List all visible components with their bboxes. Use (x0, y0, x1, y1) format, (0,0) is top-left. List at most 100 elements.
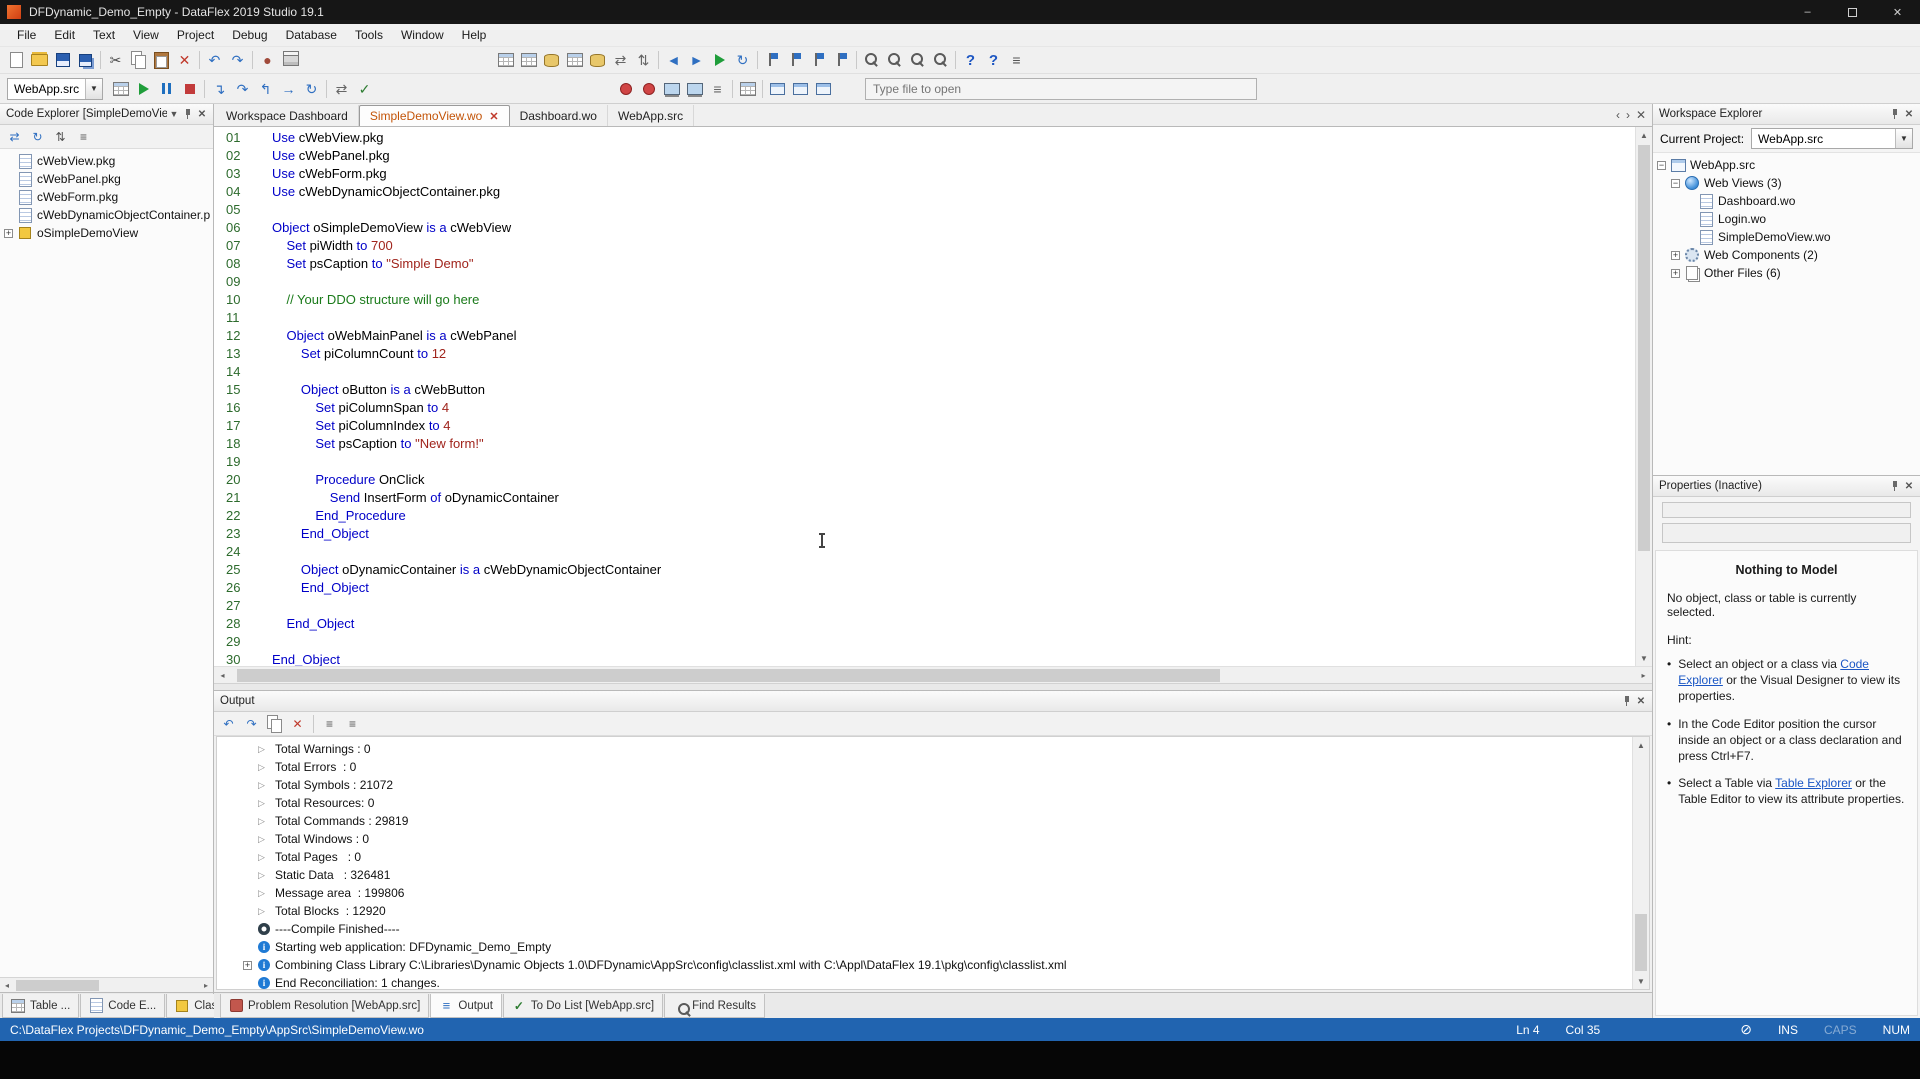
workspace-item-web-views-3[interactable]: −Web Views (3) (1653, 174, 1920, 192)
output-line[interactable]: End Reconciliation: 1 changes. (243, 974, 1632, 989)
window-menu-icon[interactable]: ▼ (167, 109, 181, 119)
workspace-item-login-wo[interactable]: Login.wo (1653, 210, 1920, 228)
output-line[interactable]: ▷Total Symbols : 21072 (243, 776, 1632, 794)
workspace-item-simpledemoview-wo[interactable]: SimpleDemoView.wo (1653, 228, 1920, 246)
scrollbar-thumb[interactable] (237, 669, 1220, 682)
context-help-icon[interactable] (982, 49, 1005, 71)
debug-output-icon[interactable] (660, 78, 683, 100)
clear-output-icon[interactable]: ✕ (287, 714, 308, 734)
close-document-icon[interactable]: ✕ (1636, 108, 1646, 122)
tab-dashboard-wo[interactable]: Dashboard.wo (510, 105, 608, 126)
workspace-item-webapp-src[interactable]: −WebApp.src (1653, 156, 1920, 174)
menu-project[interactable]: Project (168, 25, 223, 45)
tile-vertical-icon[interactable] (812, 78, 835, 100)
code-explorer-item-cwebdynamicobjectcontainer-p[interactable]: cWebDynamicObjectContainer.p (0, 206, 213, 224)
step-over-icon[interactable]: ↷ (231, 78, 254, 100)
next-bookmark-icon[interactable] (807, 49, 830, 71)
open-file-icon[interactable] (28, 49, 51, 71)
panel-tab-code-e[interactable]: Code E... (80, 994, 165, 1018)
scrollbar-track[interactable] (1633, 753, 1649, 973)
scroll-tabs-left-icon[interactable]: ‹ (1616, 108, 1620, 122)
restructure-icon[interactable]: ⇄ (609, 49, 632, 71)
clear-breakpoints-icon[interactable] (637, 78, 660, 100)
open-file-input[interactable] (865, 78, 1257, 100)
find-next-icon[interactable] (883, 49, 906, 71)
menu-debug[interactable]: Debug (223, 25, 276, 45)
sort-icon[interactable]: ⇅ (50, 127, 71, 147)
close-icon[interactable]: ✕ (1902, 481, 1916, 492)
output-line[interactable]: ▷Total Resources: 0 (243, 794, 1632, 812)
code-explorer-hscrollbar[interactable]: ◂ ▸ (0, 977, 213, 992)
prev-bookmark-icon[interactable] (761, 49, 784, 71)
project-selector[interactable]: WebApp.src ▼ (7, 78, 103, 100)
minus-expander-icon[interactable]: − (1671, 179, 1680, 188)
next-message-icon[interactable]: ↷ (241, 714, 262, 734)
close-icon[interactable]: ✕ (1902, 109, 1916, 120)
scrollbar-thumb[interactable] (16, 980, 99, 991)
cascade-windows-icon[interactable] (766, 78, 789, 100)
sync-sources-icon[interactable]: ⇄ (330, 78, 353, 100)
next-view-icon[interactable]: ► (685, 49, 708, 71)
tile-horizontal-icon[interactable] (789, 78, 812, 100)
scroll-down-icon[interactable]: ▼ (1636, 650, 1653, 666)
panel-tab-find-results[interactable]: Find Results (664, 994, 765, 1018)
close-icon[interactable]: ✕ (1634, 696, 1648, 707)
output-line[interactable]: ▷Total Windows : 0 (243, 830, 1632, 848)
undo-icon[interactable]: ↶ (203, 49, 226, 71)
run-icon[interactable] (132, 78, 155, 100)
code-explorer-item-cwebpanel-pkg[interactable]: cWebPanel.pkg (0, 170, 213, 188)
scroll-left-icon[interactable]: ◂ (214, 667, 231, 683)
scrollbar-track[interactable] (14, 978, 199, 992)
run-to-cursor-icon[interactable]: → (277, 78, 300, 100)
run-project-icon[interactable] (708, 49, 731, 71)
copy-output-icon[interactable] (264, 714, 285, 734)
output-vscrollbar[interactable]: ▲ ▼ (1632, 737, 1649, 989)
watches-icon[interactable] (683, 78, 706, 100)
window-list-icon[interactable]: ≡ (1005, 49, 1028, 71)
compile-icon[interactable] (109, 78, 132, 100)
save-all-icon[interactable] (74, 49, 97, 71)
workspace-item-other-files-6[interactable]: +Other Files (6) (1653, 264, 1920, 282)
panel-tab-to-do-list-webapp-src[interactable]: To Do List [WebApp.src] (503, 994, 663, 1018)
scroll-right-icon[interactable]: ▸ (1635, 667, 1652, 683)
output-line[interactable]: ▷Total Warnings : 0 (243, 740, 1632, 758)
restart-icon[interactable]: ↻ (300, 78, 323, 100)
toggle-details-icon[interactable]: ≡ (342, 714, 363, 734)
prev-message-icon[interactable]: ↶ (218, 714, 239, 734)
step-into-icon[interactable]: ↴ (208, 78, 231, 100)
tab-close-icon[interactable]: ✕ (489, 110, 498, 123)
find-in-files-icon[interactable] (906, 49, 929, 71)
close-button[interactable]: ✕ (1875, 0, 1920, 24)
print-icon[interactable] (279, 49, 302, 71)
save-icon[interactable] (51, 49, 74, 71)
minimize-button[interactable]: – (1785, 0, 1830, 24)
step-out-icon[interactable]: ↰ (254, 78, 277, 100)
locals-icon[interactable]: ≡ (706, 78, 729, 100)
output-line[interactable]: ▷Total Pages : 0 (243, 848, 1632, 866)
compile-project-icon[interactable]: ↻ (731, 49, 754, 71)
find-icon[interactable] (860, 49, 883, 71)
sql-manager-icon[interactable] (586, 49, 609, 71)
panel-tab-table[interactable]: Table ... (2, 994, 79, 1018)
scroll-up-icon[interactable]: ▲ (1633, 737, 1650, 753)
plus-expander-icon[interactable]: + (4, 229, 13, 238)
workspace-item-dashboard-wo[interactable]: Dashboard.wo (1653, 192, 1920, 210)
pin-icon[interactable] (1620, 694, 1634, 708)
scroll-down-icon[interactable]: ▼ (1633, 973, 1650, 989)
index-maintenance-icon[interactable]: ⇅ (632, 49, 655, 71)
workspace-item-web-components-2[interactable]: +Web Components (2) (1653, 246, 1920, 264)
output-line[interactable]: +Combining Class Library C:\Libraries\Dy… (243, 956, 1632, 974)
editor-hscrollbar[interactable]: ◂ ▸ (214, 666, 1652, 683)
copy-icon[interactable] (127, 49, 150, 71)
output-line[interactable]: ▷Total Errors : 0 (243, 758, 1632, 776)
scroll-tabs-right-icon[interactable]: › (1626, 108, 1630, 122)
panel-tab-problem-resolution-webapp-src[interactable]: Problem Resolution [WebApp.src] (220, 994, 429, 1018)
menu-file[interactable]: File (8, 25, 45, 45)
cut-icon[interactable]: ✂ (104, 49, 127, 71)
toggle-breakpoint-icon[interactable] (614, 78, 637, 100)
stop-icon[interactable] (178, 78, 201, 100)
code-editor[interactable]: 01Use cWebView.pkg02Use cWebPanel.pkg03U… (214, 127, 1652, 666)
editor-vscrollbar[interactable]: ▲ ▼ (1635, 127, 1652, 666)
output-line[interactable]: Starting web application: DFDynamic_Demo… (243, 938, 1632, 956)
clear-bookmarks-icon[interactable] (830, 49, 853, 71)
